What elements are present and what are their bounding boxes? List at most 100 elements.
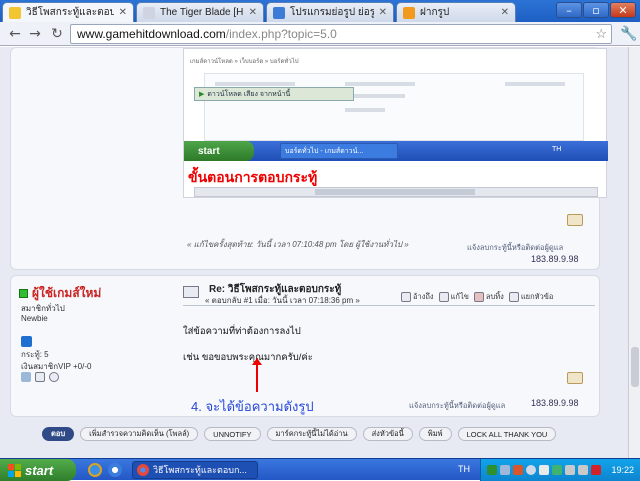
- arrow-up-icon: [252, 358, 262, 392]
- navigation-bar: ← → ↻ www.gamehitdownload.com/index.php?…: [0, 22, 640, 46]
- quote-icon: [401, 292, 411, 302]
- screenshot-caption: ขั้นตอนการตอบกระทู้: [188, 169, 318, 185]
- post-body-line-1: ใส่ข้อความที่ท่าต้องการลงไป: [183, 326, 301, 337]
- tray-icon[interactable]: [539, 465, 549, 475]
- delete-button[interactable]: ลบทิ้ง: [473, 291, 504, 303]
- add-poll-button[interactable]: เพิ่มสำรวจความคิดเห็น (โพลล์): [80, 427, 199, 441]
- scrollbar-thumb[interactable]: [631, 347, 639, 387]
- poster-icons: [21, 372, 59, 382]
- unnotify-button[interactable]: UNNOTIFY: [204, 427, 261, 441]
- ip-address: 183.89.9.98: [531, 254, 579, 264]
- screenshot-forum-box: [204, 73, 584, 141]
- download-bar-label: ดาวน์โหลด เสียง จากหน้านี้: [207, 90, 291, 98]
- tray-icon[interactable]: [526, 465, 536, 475]
- screenshot-taskbar: start บอร์ดทั่วไป - เกมส์ดาวน์... TH: [184, 141, 608, 161]
- print-button[interactable]: พิมพ์: [418, 427, 452, 441]
- edit-note: « แก้ไขครั้งสุดท้าย: วันนี้ เวลา 07:10:4…: [187, 240, 409, 249]
- hand-icon: [9, 6, 21, 19]
- start-button[interactable]: start: [0, 459, 76, 481]
- clock: 19:22: [611, 465, 634, 475]
- quote-button[interactable]: อ้างถึง: [401, 291, 434, 303]
- post-header: Re: วิธีโพสกระทู้และตอบกระทู้ « ตอบกลับ …: [183, 282, 595, 306]
- report-link[interactable]: แจ้งลบกระทู้นี้หรือติดต่อผู้ดูแล: [467, 242, 563, 254]
- chrome-icon: [137, 464, 149, 476]
- vertical-scrollbar[interactable]: [628, 47, 640, 458]
- mark-unread-button[interactable]: มาร์คกระทู้นี้ไม่ได้อ่าน: [266, 427, 357, 441]
- browser-tab-strip: วิธีโพสกระทู้และตอบกร... ✕ The Tiger Bla…: [0, 0, 640, 22]
- quote-icon[interactable]: [567, 372, 583, 384]
- network-icon[interactable]: [487, 465, 497, 475]
- poster-group: Newbie: [21, 314, 48, 323]
- profile-icon[interactable]: [21, 372, 31, 382]
- windows-taskbar: start วิธีโพสกระทู้และตอบก... TH 19:22: [0, 458, 640, 481]
- quote-icon[interactable]: [567, 214, 583, 226]
- email-icon[interactable]: [35, 372, 45, 382]
- tab-2[interactable]: The Tiger Blade [HD] ✕: [136, 2, 264, 22]
- screenshot-start: start: [184, 141, 254, 161]
- nod-icon[interactable]: [591, 465, 601, 475]
- close-window-button[interactable]: ✕: [610, 2, 636, 18]
- tab-1[interactable]: วิธีโพสกระทู้และตอบกร... ✕: [2, 2, 134, 22]
- forward-icon[interactable]: →: [26, 25, 44, 43]
- close-tab-icon[interactable]: ✕: [249, 7, 257, 18]
- tab-title: วิธีโพสกระทู้และตอบกร...: [26, 7, 114, 18]
- system-tray: 19:22: [480, 459, 640, 481]
- tab-title: ฝากรูป: [420, 7, 450, 18]
- close-tab-icon[interactable]: ✕: [119, 7, 127, 18]
- edit-icon: [438, 292, 449, 302]
- play-icon: ▶: [199, 91, 205, 98]
- screenshot-task-item: บอร์ดทั่วไป - เกมส์ดาวน์...: [280, 143, 398, 159]
- reload-icon[interactable]: ↻: [48, 25, 66, 43]
- volume-icon[interactable]: [565, 465, 575, 475]
- close-tab-icon[interactable]: ✕: [379, 7, 387, 18]
- url-path: /index.php?topic=5.0: [225, 27, 337, 41]
- address-bar[interactable]: www.gamehitdownload.com/index.php?topic=…: [70, 24, 612, 44]
- split-button[interactable]: แยกหัวข้อ: [508, 291, 553, 303]
- download-bar: ▶ ดาวน์โหลด เสียง จากหน้านี้: [194, 87, 354, 101]
- send-topic-button[interactable]: ส่งหัวข้อนี้: [362, 427, 413, 441]
- tray-icon[interactable]: [513, 465, 523, 475]
- minimize-button[interactable]: –: [556, 2, 582, 18]
- wrench-icon[interactable]: 🔧: [620, 25, 637, 42]
- puzzle-icon: [273, 6, 285, 19]
- split-icon: [508, 292, 519, 302]
- delete-icon: [473, 292, 484, 302]
- tab-title: โปรแกรมย่อรูป ย่อรูปใ: [290, 7, 374, 18]
- forum-page: เกมส์ดาวน์โหลด » เว็บบอร์ด » บอร์ดทั่วไป…: [0, 47, 628, 458]
- taskbar-item-browser[interactable]: วิธีโพสกระทู้และตอบก...: [132, 461, 258, 479]
- annotation-text: 4. จะได้ข้อความดังรูป: [191, 399, 314, 414]
- tray-icon[interactable]: [578, 465, 588, 475]
- report-link[interactable]: แจ้งลบกระทู้นี้หรือติดต่อผู้ดูแล: [409, 400, 505, 412]
- tab-4[interactable]: ฝากรูป ✕: [396, 2, 516, 22]
- close-tab-icon[interactable]: ✕: [501, 7, 509, 18]
- topic-buttons: ตอบ เพิ่มสำรวจความคิดเห็น (โพลล์) UNNOTI…: [42, 427, 557, 441]
- post-actions: อ้างถึง แก้ไข ลบทิ้ง แยกหัวข้อ: [401, 291, 553, 303]
- language-indicator[interactable]: TH: [458, 464, 470, 474]
- tab-3[interactable]: โปรแกรมย่อรูป ย่อรูปใ ✕: [266, 2, 394, 22]
- post-body-line-2: เช่น ขอขอบพระคุณมากครับ/ค่ะ: [183, 352, 313, 363]
- back-icon[interactable]: ←: [6, 25, 24, 43]
- tab-title: The Tiger Blade [HD]: [160, 7, 244, 18]
- embedded-screenshot: เกมส์ดาวน์โหลด » เว็บบอร์ด » บอร์ดทั่วไป…: [183, 48, 608, 198]
- url-host: www.gamehitdownload.com: [77, 27, 226, 41]
- reply-button[interactable]: ตอบ: [42, 427, 75, 441]
- page-icon: [143, 6, 155, 19]
- modify-button[interactable]: แก้ไข: [438, 291, 469, 303]
- forum-post-2: ผู้ใช้เกมส์ใหม่ สมาชิกทั่วไป Newbie กระท…: [10, 275, 600, 417]
- bookmark-star-icon[interactable]: ☆: [595, 26, 607, 42]
- lock-thank-you-button[interactable]: LOCK ALL THANK YOU: [457, 427, 557, 441]
- ip-address: 183.89.9.98: [531, 398, 579, 408]
- tray-icon[interactable]: [500, 465, 510, 475]
- post-meta: « ตอบกลับ #1 เมื่อ: วันนี้ เวลา 07:18:36…: [205, 296, 360, 305]
- message-icon[interactable]: [49, 372, 59, 382]
- screenshot-scrollbar: [194, 187, 598, 197]
- screenshot-lang: TH: [552, 146, 562, 153]
- chrome-icon[interactable]: [108, 463, 122, 477]
- poster-name-text: ผู้ใช้เกมส์ใหม่: [32, 286, 102, 300]
- ie-icon[interactable]: [88, 463, 102, 477]
- tray-icon[interactable]: [552, 465, 562, 475]
- start-label: start: [25, 462, 54, 478]
- post-icon: [183, 286, 199, 298]
- maximize-button[interactable]: ▫: [583, 2, 609, 18]
- poster-name[interactable]: ผู้ใช้เกมส์ใหม่: [19, 284, 101, 303]
